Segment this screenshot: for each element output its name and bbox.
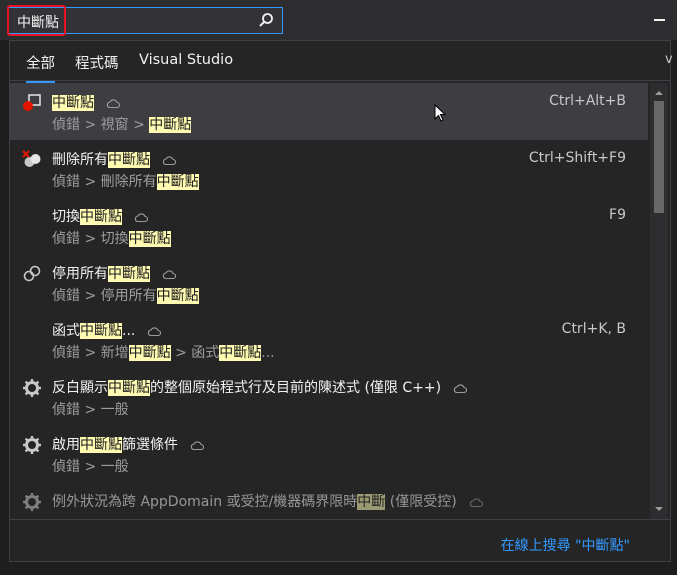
result-path: 偵錯 > 一般 — [52, 399, 129, 419]
match-highlight: 中斷點 — [128, 345, 171, 361]
result-title: 停用所有中斷點 — [52, 263, 176, 283]
cloud-icon — [469, 497, 483, 507]
text-segment: 偵錯 > 停用所有 — [52, 288, 157, 304]
match-highlight: 中斷點 — [108, 380, 150, 396]
text-segment: 篩選條件 — [122, 437, 178, 453]
search-result-item[interactable]: 例外狀況為跨 AppDomain 或受控/機器碼界限時中斷 (僅限受控) — [10, 482, 648, 519]
results-footer: 在線上搜尋 "中斷點" — [10, 519, 670, 561]
result-path: 偵錯 > 一般 — [52, 456, 129, 476]
text-segment: 啟用 — [52, 437, 80, 453]
text-segment: > 函式 — [170, 345, 220, 361]
text-segment: 偵錯 > 新增 — [52, 345, 129, 361]
scroll-up-arrow-icon[interactable] — [654, 88, 664, 98]
text-segment: 偵錯 > 一般 — [52, 402, 129, 418]
cloud-icon — [162, 269, 176, 279]
cloud-icon — [453, 383, 468, 393]
keyboard-shortcut: F9 — [609, 207, 626, 223]
search-query-text[interactable]: 中斷點 — [17, 12, 59, 32]
search-result-item[interactable]: 反白顯示中斷點的整個原始程式行及目前的陳述式 (僅限 C++) 偵錯 > 一般 — [10, 368, 648, 425]
text-segment: 刪除所有 — [52, 152, 108, 168]
result-path: 偵錯 > 刪除所有中斷點 — [52, 171, 199, 191]
match-highlight: 中斷點 — [80, 437, 122, 453]
search-scope-tabs: 全部 程式碼 Visual Studio — [10, 41, 670, 83]
search-result-item[interactable]: 啟用中斷點篩選條件偵錯 > 一般 — [10, 425, 648, 482]
mouse-cursor-icon — [434, 104, 446, 122]
match-highlight: 中斷點 — [128, 231, 171, 247]
result-title: 函式中斷點... — [52, 320, 162, 340]
text-segment: 停用所有 — [52, 266, 108, 282]
match-highlight: 中斷點 — [108, 266, 150, 282]
cloud-icon — [148, 326, 162, 336]
match-highlight: 中斷點 — [80, 209, 122, 225]
gear-icon — [23, 379, 41, 397]
cloud-icon — [190, 440, 204, 450]
result-path: 偵錯 > 視窗 > 中斷點 — [52, 114, 192, 134]
tab-all[interactable]: 全部 — [26, 52, 55, 83]
text-segment: ... — [122, 323, 136, 339]
result-title: 切換中斷點 — [52, 206, 148, 226]
disable-breakpoints-icon — [23, 265, 41, 282]
breakpoint-window-icon — [23, 94, 41, 111]
gear-icon — [23, 436, 41, 454]
search-result-item[interactable]: 切換中斷點 偵錯 > 切換中斷點 F9 — [10, 197, 648, 254]
match-highlight: 中斷點 — [80, 323, 122, 339]
text-segment: 例外狀況為跨 AppDomain 或受控/機器碼界限時 — [52, 494, 358, 510]
scroll-thumb[interactable] — [654, 101, 664, 213]
result-path: 偵錯 > 新增中斷點 > 函式中斷點... — [52, 342, 275, 362]
match-highlight: 中斷點 — [52, 95, 94, 111]
match-highlight: 中斷點 — [156, 288, 199, 304]
result-title: 反白顯示中斷點的整個原始程式行及目前的陳述式 (僅限 C++) — [52, 377, 468, 397]
match-highlight: 中斷 — [357, 494, 386, 510]
match-highlight: 中斷點 — [156, 174, 199, 190]
text-segment: 的整個原始程式行及目前的陳述式 (僅限 C++) — [150, 380, 442, 396]
result-title: 中斷點 — [52, 92, 120, 112]
result-title: 刪除所有中斷點 — [52, 149, 176, 169]
results-list: 中斷點 偵錯 > 視窗 > 中斷點 Ctrl+Alt+B 刪除所有中斷點 偵錯 > 刪除… — [10, 83, 648, 519]
search-result-item[interactable]: 刪除所有中斷點 偵錯 > 刪除所有中斷點 Ctrl+Shift+F9 — [10, 140, 648, 197]
search-input[interactable]: 中斷點 — [7, 7, 283, 34]
result-title: 例外狀況為跨 AppDomain 或受控/機器碼界限時中斷 (僅限受控) — [52, 491, 483, 511]
match-highlight: 中斷點 — [108, 152, 150, 168]
match-highlight: 中斷點 — [219, 345, 262, 361]
result-path: 偵錯 > 切換中斷點 — [52, 228, 171, 248]
scroll-down-arrow-icon[interactable] — [654, 504, 664, 514]
text-segment: 偵錯 > 一般 — [52, 459, 129, 475]
title-bar: 中斷點 — [0, 0, 677, 40]
cloud-icon — [134, 212, 148, 222]
text-segment: 偵錯 > 刪除所有 — [52, 174, 157, 190]
text-segment: 偵錯 > 視窗 > — [52, 117, 150, 133]
search-result-item[interactable]: 函式中斷點... 偵錯 > 新增中斷點 > 函式中斷點... Ctrl+K, B — [10, 311, 648, 368]
text-segment: 偵錯 > 切換 — [52, 231, 129, 247]
match-highlight: 中斷點 — [149, 117, 192, 133]
keyboard-shortcut: Ctrl+Shift+F9 — [528, 150, 626, 166]
search-result-item[interactable]: 中斷點 偵錯 > 視窗 > 中斷點 Ctrl+Alt+B — [10, 83, 648, 140]
search-result-item[interactable]: 停用所有中斷點 偵錯 > 停用所有中斷點 — [10, 254, 648, 311]
search-icon[interactable] — [258, 12, 274, 28]
cloud-icon — [106, 98, 120, 108]
delete-breakpoints-icon — [22, 150, 41, 167]
tab-code[interactable]: 程式碼 — [75, 52, 119, 73]
gear-icon — [23, 493, 41, 511]
minimize-icon[interactable] — [654, 19, 665, 21]
tab-visual-studio[interactable]: Visual Studio — [139, 52, 233, 68]
text-segment: ... — [261, 345, 275, 361]
text-segment: (僅限受控) — [385, 494, 457, 510]
keyboard-shortcut: Ctrl+K, B — [561, 321, 626, 337]
keyboard-shortcut: Ctrl+Alt+B — [549, 93, 626, 109]
results-scrollbar[interactable] — [650, 83, 668, 519]
text-segment: 反白顯示 — [52, 380, 108, 396]
text-segment: 函式 — [52, 323, 80, 339]
result-title: 啟用中斷點篩選條件 — [52, 434, 204, 454]
text-segment: 切換 — [52, 209, 80, 225]
background-text-fragment: v — [665, 52, 673, 67]
cloud-icon — [162, 155, 176, 165]
search-results-popup: 全部 程式碼 Visual Studio 中斷點 偵錯 > 視窗 > 中斷點 Ctr… — [9, 40, 671, 562]
result-path: 偵錯 > 停用所有中斷點 — [52, 285, 199, 305]
search-online-link[interactable]: 在線上搜尋 "中斷點" — [501, 535, 630, 555]
